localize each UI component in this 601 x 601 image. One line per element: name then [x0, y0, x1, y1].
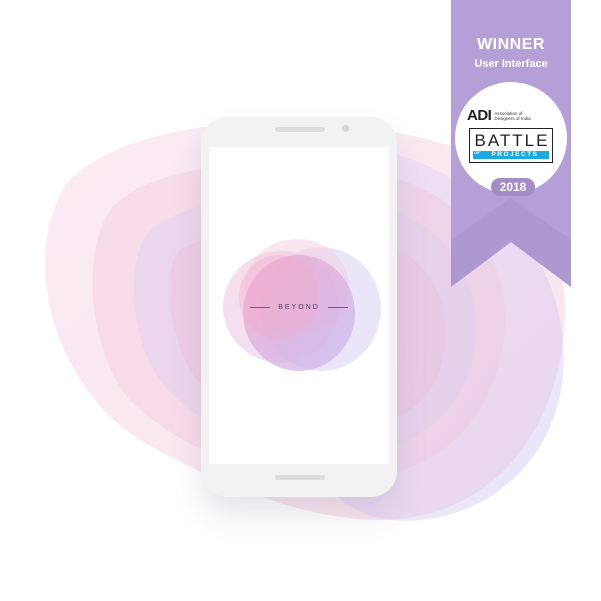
brand-line-left	[250, 306, 271, 308]
home-bar	[275, 475, 325, 480]
phone-screen: BEYOND	[209, 147, 389, 464]
brand-name: BEYOND	[278, 303, 320, 311]
brand-line-right	[327, 306, 348, 308]
award-year-badge: 2018	[491, 178, 535, 196]
smartphone-icon: BEYOND	[201, 117, 397, 497]
event-logo: BATTLE OF PROJECTS	[469, 128, 553, 163]
organizer-logo: ADI Association of Designers of India	[467, 107, 531, 124]
brand-lockup: BEYOND	[209, 300, 389, 314]
award-title: WINNER	[477, 36, 545, 53]
event-name: BATTLE	[474, 131, 550, 150]
organizer-line-2: Designers of India	[494, 115, 531, 121]
organizer-abbr: ADI	[467, 107, 492, 124]
event-sub-bar: OF PROJECTS	[473, 151, 549, 159]
showcase-stage: BEYOND WINNER User Interface ADI Associa…	[0, 0, 601, 601]
award-seal: ADI Association of Designers of India BA…	[455, 82, 567, 196]
award-category: User Interface	[474, 58, 548, 70]
event-sub: PROJECTS	[491, 151, 539, 158]
front-camera	[342, 125, 349, 132]
orb-highlight	[239, 255, 319, 339]
speaker-grille	[275, 127, 325, 132]
organizer-name: Association of Designers of India	[494, 111, 530, 121]
event-of: OF	[474, 150, 480, 155]
